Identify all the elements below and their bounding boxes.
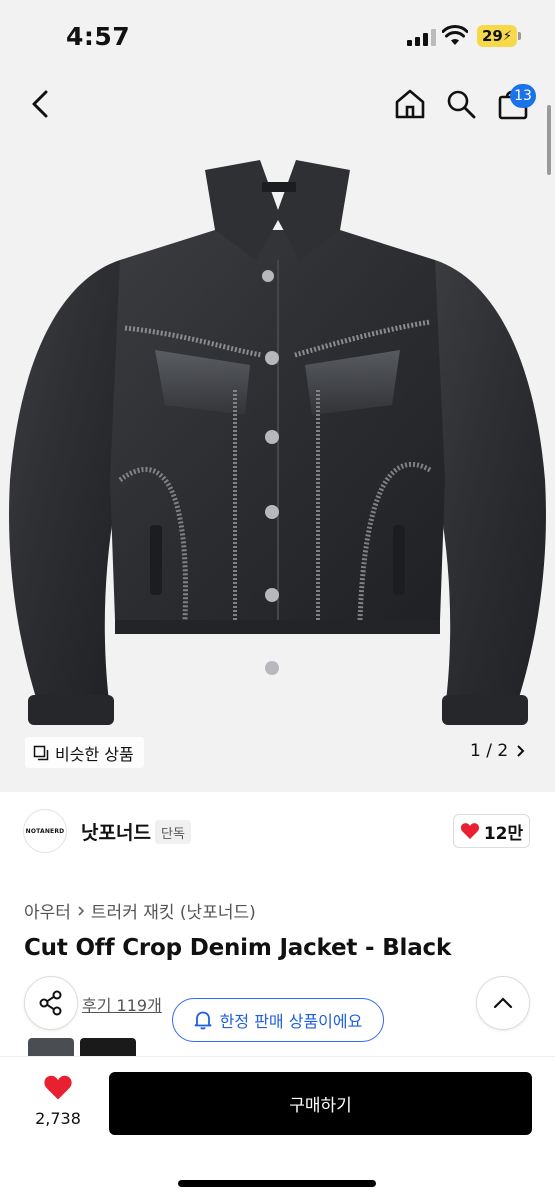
brand-logo[interactable]: NOTANERD: [23, 809, 67, 853]
brand-like-count: 12만: [483, 823, 524, 844]
share-icon: [39, 990, 62, 1016]
wishlist-button[interactable]: 2,738: [28, 1074, 88, 1128]
charging-icon: ⚡: [502, 28, 513, 44]
reviews-link[interactable]: 후기 119개: [82, 992, 162, 1016]
scroll-to-top-button[interactable]: [476, 976, 530, 1030]
wifi-icon: [442, 25, 468, 45]
scrollbar-thumb[interactable]: [547, 105, 551, 175]
battery-level: 29: [482, 27, 503, 45]
breadcrumb-item[interactable]: 아우터: [24, 898, 71, 923]
image-pager-label: 1 / 2: [470, 741, 509, 761]
limited-sale-notice[interactable]: 한정 판매 상품이에요: [172, 998, 384, 1042]
product-gallery[interactable]: 13 비슷한 상품 1 / 2: [0, 72, 555, 792]
search-icon[interactable]: [446, 89, 476, 119]
back-arrow-icon[interactable]: [26, 88, 56, 120]
color-option-thumbnail[interactable]: [28, 1038, 74, 1056]
cart-count-badge: 13: [510, 84, 536, 108]
brand-logo-text: NOTANERD: [25, 827, 65, 835]
home-icon[interactable]: [394, 88, 426, 120]
exclusive-badge: 단독: [155, 820, 191, 844]
chevron-right-icon: [517, 745, 525, 757]
wishlist-count: 2,738: [35, 1109, 81, 1128]
heart-icon: [460, 823, 479, 839]
image-pager[interactable]: 1 / 2: [470, 741, 525, 761]
battery-indicator: 29 ⚡: [477, 25, 517, 47]
chevron-up-icon: [493, 997, 513, 1009]
color-option-thumbnail[interactable]: [80, 1038, 136, 1056]
product-title: Cut Off Crop Denim Jacket - Black: [24, 935, 452, 961]
similar-products-label: 비슷한 상품: [55, 744, 134, 764]
chevron-right-icon: [78, 905, 85, 916]
breadcrumb-item[interactable]: 트러커 재킷 (낫포너드): [91, 898, 256, 923]
similar-products-icon: [33, 745, 49, 760]
buy-button[interactable]: 구매하기: [109, 1072, 532, 1135]
home-indicator: [178, 1180, 376, 1187]
product-image: [9, 160, 546, 725]
status-bar: 4:57 29 ⚡: [0, 0, 555, 72]
battery-tip: [518, 32, 521, 40]
brand-name[interactable]: 낫포너드: [81, 818, 151, 845]
share-button[interactable]: [24, 976, 78, 1030]
status-time: 4:57: [66, 22, 131, 51]
bell-icon: [194, 1011, 212, 1030]
similar-products-button[interactable]: 비슷한 상품: [25, 737, 144, 768]
limited-sale-label: 한정 판매 상품이에요: [219, 1012, 363, 1031]
heart-icon: [44, 1075, 72, 1100]
brand-like-button[interactable]: 12만: [453, 814, 530, 848]
cellular-signal-icon: [407, 28, 436, 46]
breadcrumb: 아우터 트러커 재킷 (낫포너드): [24, 898, 256, 923]
